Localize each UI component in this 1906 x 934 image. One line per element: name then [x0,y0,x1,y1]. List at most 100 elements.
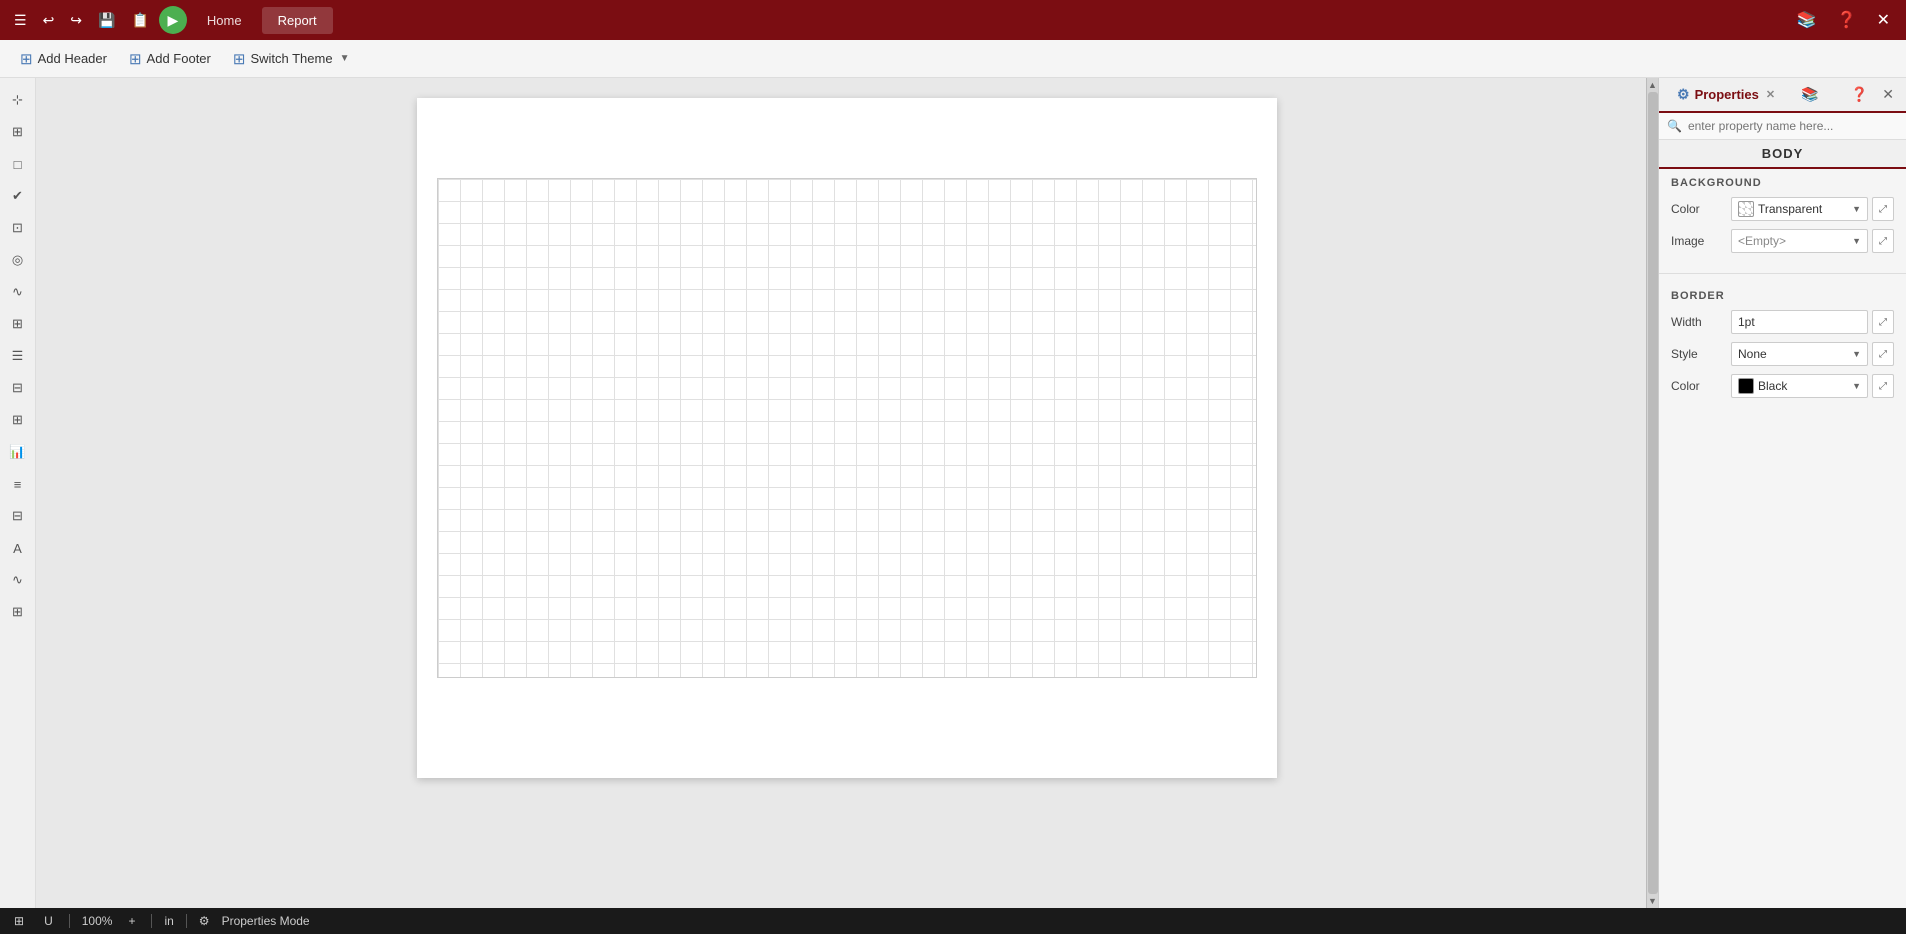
sidebar-icon-sparkline[interactable]: ∿ [4,566,32,594]
sidebar-icon-barcode[interactable]: ⊞ [4,598,32,626]
switch-theme-label: Switch Theme [250,51,332,66]
properties-tab-label: Properties [1695,87,1759,102]
properties-mode-text: Properties Mode [222,914,310,928]
sidebar-icon-shape[interactable]: □ [4,150,32,178]
sidebar-icon-line[interactable]: ∿ [4,278,32,306]
border-style-select[interactable]: None ▼ [1731,342,1868,366]
background-title: BACKGROUND [1671,177,1894,189]
panel-right-actions: ❓ ✕ [1847,82,1898,107]
black-swatch [1738,378,1754,394]
border-color-value: Black [1758,379,1852,393]
vertical-scrollbar[interactable]: ▲ ▼ [1646,78,1658,908]
page-wrapper [417,98,1277,888]
background-color-control: Transparent ▼ ⤢ [1731,197,1894,221]
switch-theme-icon: ⊞ [233,50,246,68]
data-button[interactable]: 📚 [1789,6,1825,34]
border-color-row: Color Black ▼ ⤢ [1671,374,1894,398]
properties-search: 🔍 [1659,113,1906,140]
search-input[interactable] [1688,119,1898,133]
sidebar-icon-check[interactable]: ✔ [4,182,32,210]
border-width-expand-btn[interactable]: ⤢ [1872,310,1894,334]
tab-data[interactable]: 📚 [1791,78,1828,113]
sidebar-icon-crop[interactable]: ⊡ [4,214,32,242]
chevron-down-icon: ▼ [1852,236,1861,246]
properties-icon: ⚙ [1677,86,1690,103]
border-style-row: Style None ▼ ⤢ [1671,342,1894,366]
redo-button[interactable]: ↪ [64,8,88,33]
properties-mode-label: ⚙ [199,914,210,928]
main-layout: ⊹ ⊞ □ ✔ ⊡ ◎ ∿ ⊞ ☰ ⊟ ⊞ 📊 ≡ ⊟ A ∿ ⊞ ▲ ▼ [0,78,1906,908]
background-color-expand-btn[interactable]: ⤢ [1872,197,1894,221]
sidebar-icon-subreport[interactable]: ⊟ [4,502,32,530]
play-button[interactable]: ▶ [159,6,187,34]
border-color-expand-btn[interactable]: ⤢ [1872,374,1894,398]
scroll-up-icon[interactable]: ▲ [1648,80,1657,90]
border-width-label: Width [1671,315,1723,329]
tab-home[interactable]: Home [191,7,258,34]
sidebar-icon-grid[interactable]: ⊞ [4,310,32,338]
chevron-down-icon: ▼ [1852,381,1861,391]
border-style-control: None ▼ ⤢ [1731,342,1894,366]
chevron-down-icon: ▼ [340,53,350,64]
sidebar-icon-components[interactable]: ⊞ [4,118,32,146]
border-width-control: 1pt ⤢ [1731,310,1894,334]
save-as-button[interactable]: 📋 [125,8,154,33]
border-title: BORDER [1671,290,1894,302]
report-page[interactable] [417,98,1277,778]
panel-help-button[interactable]: ❓ [1847,82,1872,107]
border-width-select[interactable]: 1pt [1731,310,1868,334]
panel-close-button[interactable]: ✕ [1878,82,1898,107]
search-icon: 🔍 [1667,119,1682,133]
border-color-select[interactable]: Black ▼ [1731,374,1868,398]
title-bar: ☰ ↩ ↪ 💾 📋 ▶ Home Report 📚 ❓ ✕ [0,0,1906,40]
sidebar-icon-circle[interactable]: ◎ [4,246,32,274]
zoom-in-button[interactable]: + [124,912,139,930]
canvas-area[interactable] [36,78,1658,908]
scroll-down-icon[interactable]: ▼ [1648,896,1657,906]
tab-properties[interactable]: ⚙ Properties ✕ [1667,78,1787,113]
border-color-label: Color [1671,379,1723,393]
background-color-label: Color [1671,202,1723,216]
border-style-label: Style [1671,347,1723,361]
sidebar-icon-table[interactable]: ⊟ [4,374,32,402]
border-style-expand-btn[interactable]: ⤢ [1872,342,1894,366]
add-header-button[interactable]: ⊞ Add Header [10,46,117,72]
background-image-select[interactable]: <Empty> ▼ [1731,229,1868,253]
save-button[interactable]: 💾 [92,8,121,33]
tab-report[interactable]: Report [262,7,333,34]
grid-toggle-button[interactable]: ⊞ [10,912,28,930]
right-panel: ⚙ Properties ✕ 📚 ❓ ✕ 🔍 BODY BACKGROUND [1658,78,1906,908]
sidebar-icon-report[interactable]: ≡ [4,470,32,498]
scroll-thumb[interactable] [1648,92,1658,894]
sidebar-icon-matrix[interactable]: ⊞ [4,406,32,434]
panel-tabs: ⚙ Properties ✕ 📚 ❓ ✕ [1659,78,1906,113]
background-image-expand-btn[interactable]: ⤢ [1872,229,1894,253]
add-footer-label: Add Footer [147,51,211,66]
undo-button[interactable]: ↩ [37,8,61,33]
border-section: BORDER Width 1pt ⤢ Style None ▼ [1659,282,1906,414]
switch-theme-button[interactable]: ⊞ Switch Theme ▼ [223,46,360,72]
transparent-swatch [1738,201,1754,217]
sidebar-icon-chart[interactable]: 📊 [4,438,32,466]
add-footer-button[interactable]: ⊞ Add Footer [119,46,221,72]
grid-area[interactable] [437,178,1257,678]
background-color-row: Color Transparent ▼ ⤢ [1671,197,1894,221]
status-divider [69,914,70,928]
underline-button[interactable]: U [40,912,57,930]
sidebar-icon-list[interactable]: ☰ [4,342,32,370]
properties-tab-close[interactable]: ✕ [1764,88,1777,101]
add-header-label: Add Header [38,51,107,66]
border-color-control: Black ▼ ⤢ [1731,374,1894,398]
close-button[interactable]: ✕ [1869,6,1898,34]
help-button[interactable]: ❓ [1829,6,1865,34]
canvas-container: ▲ ▼ [36,78,1658,908]
menu-button[interactable]: ☰ [8,8,33,33]
border-width-value: 1pt [1738,315,1861,329]
body-tab-label: BODY [1659,140,1906,169]
status-bar: ⊞ U 100% + in ⚙ Properties Mode [0,908,1906,934]
sidebar-icon-pointer[interactable]: ⊹ [4,86,32,114]
chevron-down-icon: ▼ [1852,349,1861,359]
sidebar-icon-text[interactable]: A [4,534,32,562]
left-sidebar: ⊹ ⊞ □ ✔ ⊡ ◎ ∿ ⊞ ☰ ⊟ ⊞ 📊 ≡ ⊟ A ∿ ⊞ [0,78,36,908]
background-color-select[interactable]: Transparent ▼ [1731,197,1868,221]
